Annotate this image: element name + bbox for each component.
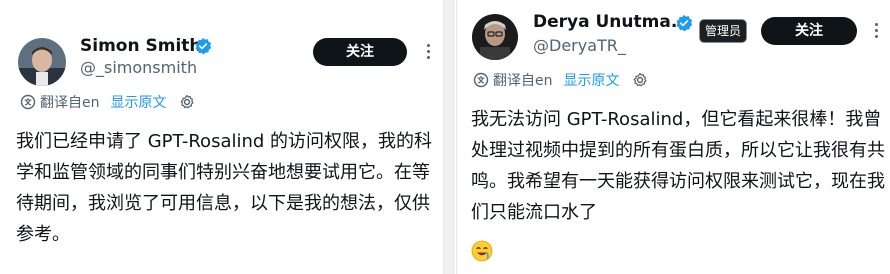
post-card-right: Derya Unutma... 管理员 @DeryaTR_ 关注 翻译自en 显… (456, 0, 890, 274)
more-options-icon[interactable] (875, 23, 879, 41)
gear-icon[interactable] (632, 72, 648, 88)
avatar[interactable] (18, 38, 66, 86)
verified-badge-icon (195, 37, 212, 55)
avatar[interactable] (472, 14, 518, 60)
author-name[interactable]: Simon Smith (80, 36, 202, 56)
show-original-link[interactable]: 显示原文 (564, 70, 620, 90)
show-original-link[interactable]: 显示原文 (111, 92, 167, 112)
translate-icon (473, 72, 489, 88)
post-card-left: Simon Smith @_simonsmith 关注 翻译自en 显示原文 我… (0, 0, 444, 274)
follow-button[interactable]: 关注 (761, 17, 857, 45)
author-handle[interactable]: @DeryaTR_ (533, 36, 626, 55)
avatar-photo-icon (18, 38, 66, 86)
follow-button[interactable]: 关注 (313, 38, 407, 66)
author-name[interactable]: Derya Unutma... (533, 12, 690, 32)
admin-badge: 管理员 (699, 19, 747, 43)
post-text: 我无法访问 GPT-Rosalind，但它看起来很棒！我曾处理过视频中提到的所有… (471, 109, 885, 223)
translate-bar: 翻译自en 显示原文 (473, 70, 648, 90)
more-options-icon[interactable] (427, 44, 431, 62)
post-divider (444, 0, 455, 274)
gear-icon[interactable] (179, 94, 195, 110)
translate-bar: 翻译自en 显示原文 (20, 92, 195, 112)
avatar-photo-icon (472, 14, 518, 60)
author-handle[interactable]: @_simonsmith (80, 58, 197, 77)
translated-from-label: 翻译自en (493, 73, 553, 89)
translate-icon (20, 94, 36, 110)
post-text: 我们已经申请了 GPT-Rosalind 的访问权限，我的科学和监管领域的同事们… (16, 131, 433, 245)
verified-badge-icon (676, 14, 693, 32)
drooling-face-icon (471, 240, 493, 262)
translated-from-label: 翻译自en (40, 95, 100, 111)
